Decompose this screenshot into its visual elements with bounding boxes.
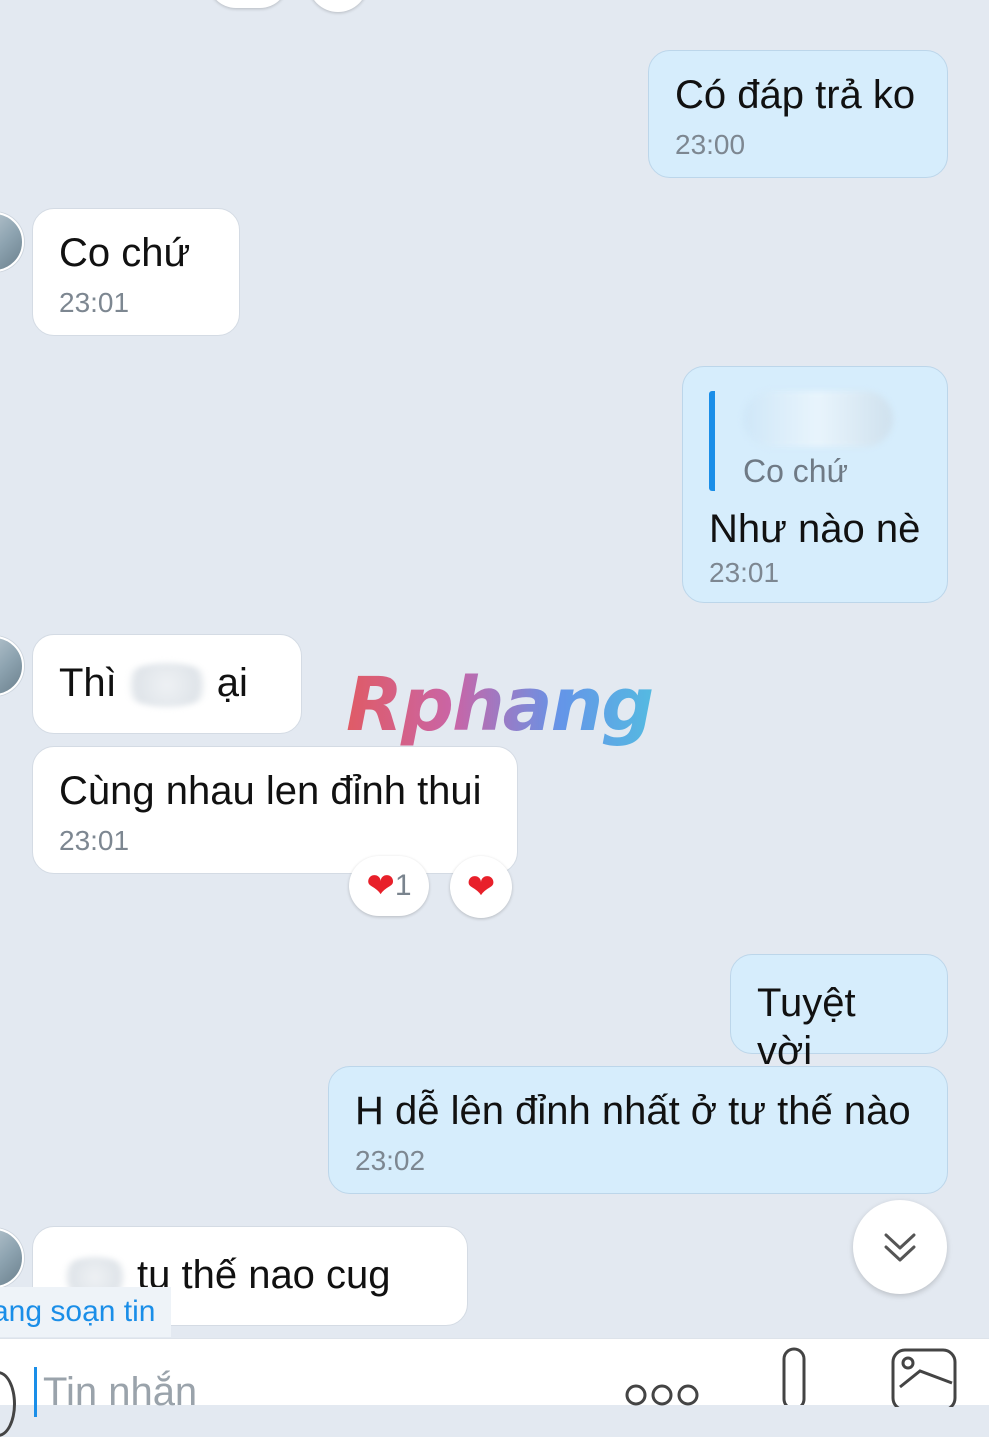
sender-avatar[interactable] [0,636,24,696]
reply-quote[interactable]: Co chứ [709,391,921,491]
message-time: 23:01 [59,287,130,318]
message-outgoing-reply[interactable]: Co chứ Như nào nè 23:01 [682,366,948,603]
add-reaction-button[interactable]: ❤ [450,856,512,918]
message-outgoing[interactable]: Tuyệt vời [730,954,948,1073]
heart-icon: ❤ [366,867,395,905]
message-text: Co chứ [59,231,191,275]
reaction-count-chip[interactable]: ❤ 1 [349,856,429,916]
reaction-count: 1 [394,869,412,902]
message-text: Cùng nhau len đỉnh thui [59,769,482,813]
sender-avatar[interactable] [0,1228,24,1288]
message-text: Tuyệt vời [757,981,856,1073]
message-time: 23:01 [59,825,130,856]
typing-indicator-text: ang soạn tin [0,1295,156,1328]
message-outgoing[interactable]: Có đáp trả ko 23:00 [648,50,948,178]
message-text: Như nào nè [709,507,921,551]
chat-area[interactable]: Có đáp trả ko 23:00 Co chứ 23:01 Co chứ … [0,0,989,1338]
message-text-start: Thì [59,661,117,705]
message-text: Có đáp trả ko [675,73,916,117]
message-incoming[interactable]: Co chứ 23:01 [32,208,240,336]
message-composer[interactable]: Tin nhắn [0,1338,989,1437]
message-incoming[interactable]: Cùng nhau len đỉnh thui 23:01 [32,746,518,874]
double-chevron-down-icon [884,1233,916,1262]
emoji-icon[interactable] [0,1371,16,1437]
reaction-chip-partial[interactable] [208,0,288,8]
scroll-to-bottom-button[interactable] [853,1200,947,1294]
message-outgoing[interactable]: H dễ lên đỉnh nhất ở tư thế nào 23:02 [328,1066,948,1194]
sender-avatar[interactable] [0,212,24,272]
message-time: 23:00 [675,129,746,160]
reaction-chip-partial[interactable] [308,0,368,12]
watermark-logo: Rphang [346,662,654,748]
message-time: 23:02 [355,1145,426,1176]
image-icon[interactable] [890,1347,960,1407]
redacted-text [118,663,215,708]
message-text-end: ại [216,661,248,705]
message-text: H dễ lên đỉnh nhất ở tư thế nào [355,1089,911,1133]
message-incoming[interactable]: Thì ại [32,634,302,734]
quote-text: Co chứ [743,453,849,489]
quote-sender-name-redacted [743,391,893,447]
heart-icon: ❤ [466,868,496,906]
more-icon[interactable] [624,1369,700,1409]
message-input[interactable]: Tin nhắn [34,1367,197,1417]
typing-indicator: ang soạn tin [0,1287,172,1337]
microphone-icon[interactable] [772,1345,816,1405]
message-time: 23:01 [709,557,780,588]
